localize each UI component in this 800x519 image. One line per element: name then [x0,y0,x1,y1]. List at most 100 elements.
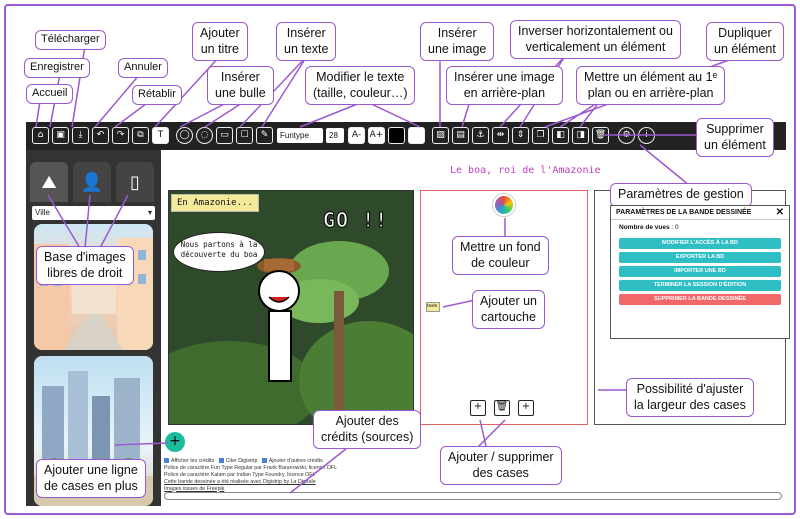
background-color-swatch[interactable] [408,127,425,144]
increase-font-button[interactable]: A+ [368,127,385,144]
comic-title[interactable]: Le boa, roi de l'Amazonie [450,165,601,176]
text-insert-icon[interactable]: ☐ [236,127,253,144]
delete-panel-icon[interactable]: 🗑 [494,400,510,416]
trash-icon[interactable]: 🗑 [592,127,609,144]
bring-front-icon[interactable]: ◧ [552,127,569,144]
callout-line: Insérer une image [454,70,555,84]
color-wheel-icon[interactable] [493,194,515,216]
text-box-icon[interactable]: ▭ [216,127,233,144]
category-select[interactable]: Ville ▾ [32,206,155,220]
image-icon[interactable]: ▨ [432,127,449,144]
cartouche[interactable]: En Amazonie... [171,194,259,212]
export-button[interactable]: EXPORTER LA BD [619,252,781,263]
callout-ajouter-titre: Ajouter un titre [192,22,248,62]
callout-inserer-texte: Insérer un texte [276,22,337,62]
callout-base-images: Base d'images libres de droit [36,246,134,286]
redo-icon[interactable]: ↷ [112,127,129,144]
send-back-icon[interactable]: ◨ [572,127,589,144]
import-button[interactable]: IMPORTER UNE BD [619,266,781,277]
callout-line: Mettre un élément au 1ᵉ [584,70,718,84]
callout-line: Ajouter / supprimer [448,450,554,464]
callout-line: Insérer [286,26,326,40]
callout-line: Supprimer [706,122,764,136]
horizontal-scrollbar[interactable] [164,492,782,500]
views-label: Nombre de vues [619,224,670,231]
add-panel-right-icon[interactable]: + [518,400,534,416]
bubble-line-2: découverte du boa [180,250,258,260]
checkbox-other-credits[interactable] [261,458,267,464]
checkbox-show-credits[interactable] [164,458,169,464]
tab-objects[interactable]: ▯ [116,162,154,202]
info-icon[interactable]: i [638,127,655,144]
save-icon[interactable]: ▣ [52,127,69,144]
end-session-button[interactable]: TERMINER LA SESSION D'ÉDITION [619,280,781,291]
tab-landscape[interactable]: ⛰ [30,162,68,202]
callout-inserer-image-arriere-plan: Insérer une image en arrière-plan [446,66,563,106]
callout-line: de cases en plus [44,478,138,493]
person-icon: 👤 [80,171,104,193]
close-icon[interactable]: ✕ [776,207,784,218]
home-icon[interactable]: ⌂ [32,127,49,144]
callout-line: un titre [200,41,239,56]
callout-credits: Ajouter des crédits (sources) [313,410,422,450]
street-illustration [34,238,153,350]
bubble-line-1: Nous partons à la [180,240,258,249]
callout-line: une bulle [215,85,266,100]
callout-line: Insérer [437,26,477,40]
settings-gear-icon[interactable]: ⚙ [618,127,635,144]
callout-inserer-image: Insérer une image [420,22,495,62]
callout-line: un élément [714,41,776,56]
font-size-select[interactable]: 28 [326,128,344,143]
font-select[interactable]: Funtype [277,128,323,143]
callout-dupliquer: Dupliquer un élément [706,22,784,62]
callout-line: Base d'images [44,250,126,264]
decrease-font-button[interactable]: A- [348,127,365,144]
modify-access-button[interactable]: MODIFIER L'ACCÈS À LA BD [619,238,781,249]
toolbar: ⌂ ▣ ⤓ ↶ ↷ ⧉ T ◯ ◌ ▭ ☐ ✎ Funtype 28 A- A+… [26,122,786,150]
callout-line: libres de droit [47,265,123,280]
thought-bubble-icon[interactable]: ◌ [196,127,213,144]
speech-bubble[interactable]: Nous partons à la découverte du boa [173,232,265,272]
callout-premier-plan: Mettre un élément au 1ᵉ plan ou en arriè… [576,66,726,106]
sound-effect-icon[interactable]: ✎ [256,127,273,144]
views-value: : 0 [671,224,679,231]
add-panel-left-icon[interactable]: + [470,400,486,416]
background-image-icon[interactable]: ▤ [452,127,469,144]
flip-vertical-icon[interactable]: ⇕ [512,127,529,144]
callout-line: une image [428,41,487,56]
checkbox-label-1: Afficher les crédits [171,458,215,464]
callout-cases: Ajouter / supprimer des cases [440,446,562,486]
callout-line: verticalement un élément [525,39,666,54]
tab-characters[interactable]: 👤 [73,162,111,202]
settings-dialog: PARAMÈTRES DE LA BANDE DESSINÉE ✕ Nombre … [610,205,790,339]
callout-line: Modifier le texte [316,70,405,84]
add-row-button[interactable]: + [165,432,185,452]
checkbox-cite-digistrip[interactable] [218,458,224,464]
callout-retablir: Rétablir [132,85,182,105]
callout-line: des cases [472,465,529,480]
add-cartouche-button[interactable]: texte [426,302,440,312]
callout-supprimer: Supprimer un élément [696,118,774,158]
callout-line: (taille, couleur…) [313,85,408,100]
callout-line: Ajouter des [335,414,399,428]
sound-effect-text[interactable]: GO !! [322,208,388,233]
callout-line: crédits (sources) [321,429,414,444]
download-icon[interactable]: ⤓ [72,127,89,144]
speech-bubble-icon[interactable]: ◯ [176,127,193,144]
anchor-icon[interactable]: ⚓ [472,127,489,144]
text-color-swatch[interactable] [388,127,405,144]
callout-line: cartouche [481,309,536,324]
flip-horizontal-icon[interactable]: ⇹ [492,127,509,144]
callout-parametres: Paramètres de gestion [610,183,752,207]
callout-line: la largeur des cases [634,397,746,412]
duplicate-icon[interactable]: ❐ [532,127,549,144]
undo-icon[interactable]: ↶ [92,127,109,144]
callout-annuler: Annuler [118,58,168,78]
panel-controls: + 🗑 + [470,400,534,416]
title-icon[interactable]: T [152,127,169,144]
small-cartouche-label: texte [427,303,438,308]
library-image-street[interactable] [34,224,153,350]
callout-enregistrer: Enregistrer [24,58,90,78]
delete-comic-button[interactable]: SUPPRIMER LA BANDE DESSINÉE [619,294,781,305]
copy-icon[interactable]: ⧉ [132,127,149,144]
